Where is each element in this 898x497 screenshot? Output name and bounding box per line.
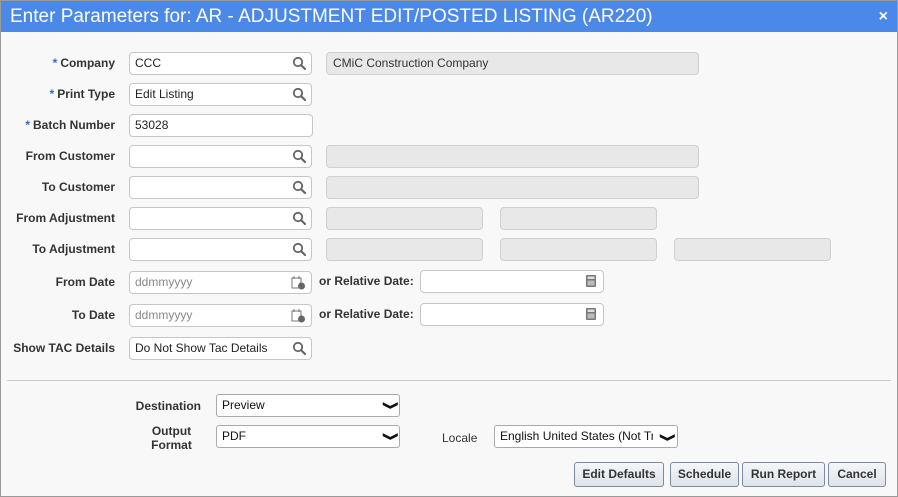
from-relative-date-input[interactable] [420,270,604,293]
calculator-icon[interactable] [584,307,598,321]
from-adjustment-input[interactable] [129,207,312,230]
edit-defaults-button[interactable]: Edit Defaults [574,462,664,487]
batch-number-input[interactable]: 53028 [129,114,313,137]
run-report-button[interactable]: Run Report [742,462,825,487]
company-label: * Company [52,56,115,70]
from-adjustment-label: From Adjustment [16,211,115,225]
parameters-dialog: Enter Parameters for: AR - ADJUSTMENT ED… [0,0,898,497]
to-adjustment-input[interactable] [129,238,312,261]
show-tac-label: Show TAC Details [13,341,115,355]
to-adjustment-info-3 [674,238,831,261]
to-relative-date-input[interactable] [420,303,604,326]
close-icon[interactable]: × [879,1,888,32]
chevron-down-icon: ❯ [652,430,677,443]
company-input[interactable]: CCC [129,52,312,75]
from-relative-date-label: or Relative Date: [319,274,414,288]
from-customer-description [326,145,699,168]
from-date-input[interactable]: ddmmyyyy [129,271,312,294]
calculator-icon[interactable] [584,274,598,288]
calendar-icon[interactable] [291,275,306,290]
company-description: CMiC Construction Company [326,52,699,75]
search-icon[interactable] [292,341,306,355]
from-customer-input[interactable] [129,145,312,168]
locale-select[interactable]: English United States (Not Tr: ❯ [494,425,678,448]
to-adjustment-info-1 [326,238,483,261]
search-icon[interactable] [292,149,306,163]
from-date-label: From Date [55,275,115,289]
to-date-input[interactable]: ddmmyyyy [129,304,312,327]
to-date-label: To Date [71,308,115,322]
chevron-down-icon: ❯ [382,400,398,411]
from-customer-label: From Customer [25,149,115,163]
search-icon[interactable] [292,87,306,101]
to-adjustment-label: To Adjustment [32,242,115,256]
schedule-button[interactable]: Schedule [670,462,739,487]
output-format-label: Output Format [151,424,192,452]
search-icon[interactable] [292,242,306,256]
search-icon[interactable] [292,211,306,225]
destination-label: Destination [135,399,201,413]
destination-select[interactable]: Preview ❯ [216,394,400,417]
to-customer-input[interactable] [129,176,312,199]
show-tac-input[interactable]: Do Not Show Tac Details [129,337,312,360]
to-adjustment-info-2 [500,238,657,261]
from-adjustment-info-1 [326,207,483,230]
chevron-down-icon: ❯ [382,431,398,442]
print-type-label: * Print Type [49,87,115,101]
search-icon[interactable] [292,56,306,70]
to-relative-date-label: or Relative Date: [319,307,414,321]
to-customer-description [326,176,699,199]
calendar-icon[interactable] [291,308,306,323]
from-adjustment-info-2 [500,207,657,230]
cancel-button[interactable]: Cancel [828,462,886,487]
batch-number-label: * Batch Number [25,118,115,132]
to-customer-label: To Customer [41,180,115,194]
dialog-title: Enter Parameters for: AR - ADJUSTMENT ED… [1,1,897,32]
print-type-input[interactable]: Edit Listing [129,83,312,106]
search-icon[interactable] [292,180,306,194]
locale-label: Locale [442,431,478,445]
divider [7,380,891,381]
output-format-select[interactable]: PDF ❯ [216,425,400,448]
